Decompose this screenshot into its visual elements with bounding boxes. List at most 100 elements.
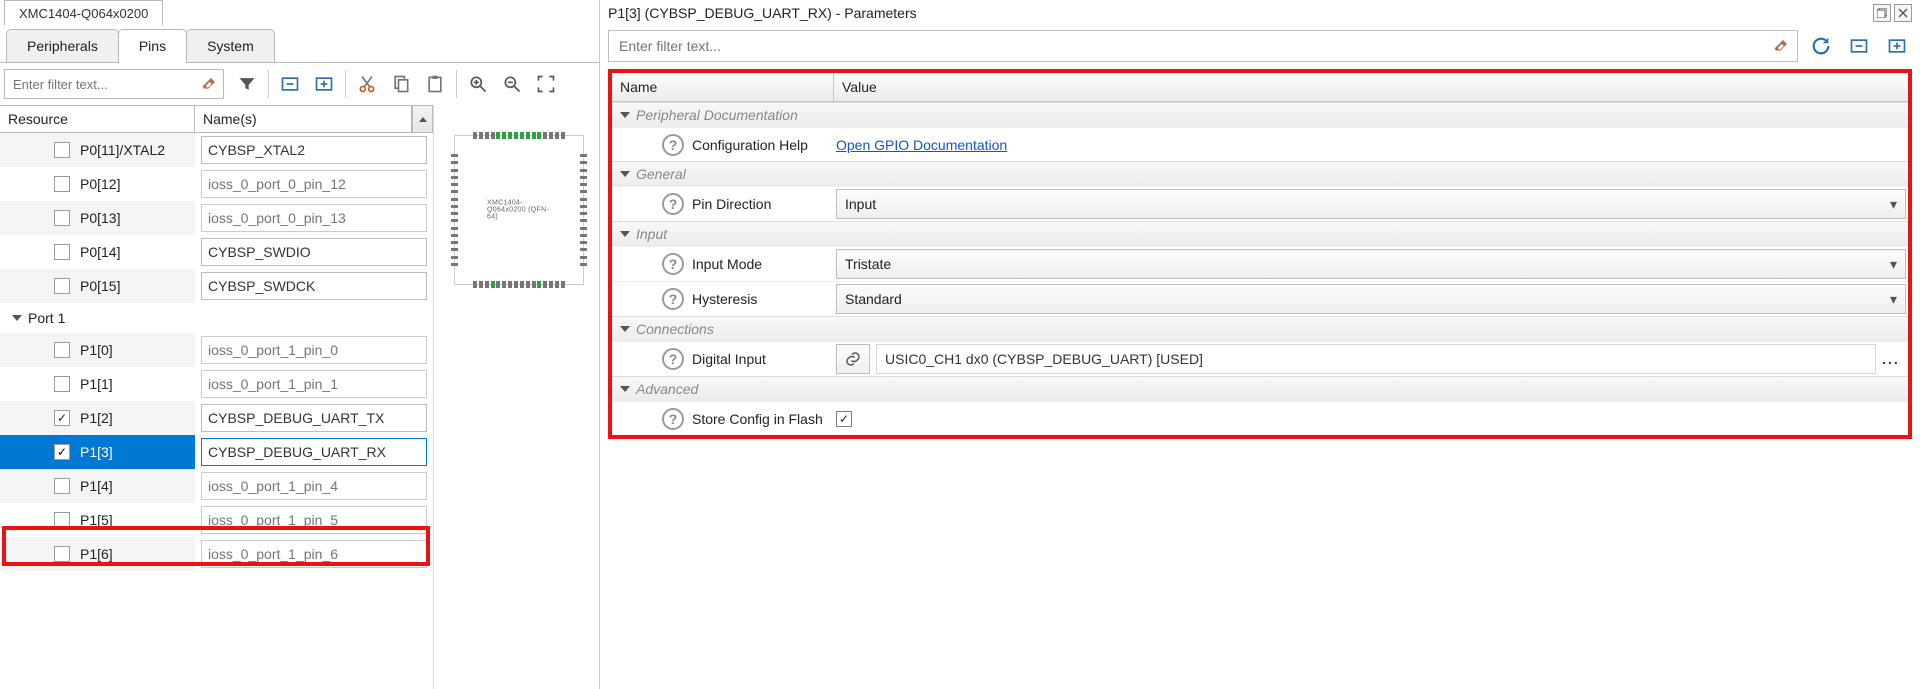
collapse-all-icon[interactable] <box>275 69 305 99</box>
label-input-mode: Input Mode <box>692 256 762 272</box>
header-resource[interactable]: Resource <box>0 106 195 132</box>
param-collapse-all-icon[interactable] <box>1844 31 1874 61</box>
label-hysteresis: Hysteresis <box>692 291 757 307</box>
group-connections[interactable]: Connections <box>612 316 1908 341</box>
tab-pins[interactable]: Pins <box>118 29 187 63</box>
parameters-toolbar <box>600 25 1920 67</box>
param-filter-box[interactable] <box>608 30 1798 62</box>
table-row[interactable]: P1[6] <box>0 537 433 571</box>
table-row[interactable]: P1[0] <box>0 333 433 367</box>
filter-icon[interactable] <box>232 69 262 99</box>
help-icon[interactable]: ? <box>662 253 684 275</box>
checkbox[interactable] <box>54 478 70 494</box>
pin-name-input[interactable] <box>201 540 427 568</box>
filter-box[interactable] <box>4 69 224 99</box>
pin-id: P1[0] <box>80 342 113 358</box>
copy-icon[interactable] <box>386 69 416 99</box>
pin-name-input[interactable] <box>201 336 427 364</box>
expand-all-icon[interactable] <box>309 69 339 99</box>
link-icon[interactable] <box>836 344 870 374</box>
zoom-fit-icon[interactable] <box>531 69 561 99</box>
param-filter-input[interactable] <box>617 37 1773 55</box>
table-row[interactable]: P0[13] <box>0 201 433 235</box>
more-icon[interactable]: ... <box>1876 351 1906 367</box>
scroll-up-icon[interactable] <box>412 106 432 132</box>
table-row[interactable]: P0[12] <box>0 167 433 201</box>
filter-input[interactable] <box>11 76 201 93</box>
help-icon[interactable]: ? <box>662 134 684 156</box>
group-input[interactable]: Input <box>612 221 1908 246</box>
checkbox[interactable] <box>54 342 70 358</box>
param-expand-all-icon[interactable] <box>1882 31 1912 61</box>
pin-id: P1[6] <box>80 546 113 562</box>
restore-icon[interactable] <box>1873 4 1891 22</box>
pin-name-input[interactable] <box>201 238 427 266</box>
table-row[interactable]: P0[14] <box>0 235 433 269</box>
zoom-in-icon[interactable] <box>463 69 493 99</box>
chip-graphic[interactable]: XMC1404-Q064x0200 (QFN-64) <box>454 135 584 285</box>
checkbox[interactable] <box>54 512 70 528</box>
table-row[interactable]: P0[11]/XTAL2 <box>0 133 433 167</box>
pin-name-input[interactable] <box>201 506 427 534</box>
pin-name-input[interactable] <box>201 136 427 164</box>
group-general[interactable]: General <box>612 161 1908 186</box>
pin-name-input[interactable] <box>201 438 427 466</box>
pin-id: P1[1] <box>80 376 113 392</box>
zoom-out-icon[interactable] <box>497 69 527 99</box>
pin-name-input[interactable] <box>201 272 427 300</box>
checkbox[interactable]: ✓ <box>54 410 70 426</box>
link-open-gpio-documentation[interactable]: Open GPIO Documentation <box>836 137 1007 153</box>
label-digital-input: Digital Input <box>692 351 766 367</box>
pin-id: P0[12] <box>80 176 120 192</box>
table-row[interactable]: ✓P1[2] <box>0 401 433 435</box>
table-row[interactable]: P1[5] <box>0 503 433 537</box>
checkbox[interactable]: ✓ <box>54 444 70 460</box>
select-input-mode[interactable]: Tristate▾ <box>836 249 1906 279</box>
checkbox[interactable] <box>54 176 70 192</box>
group-peripheral-documentation[interactable]: Peripheral Documentation <box>612 102 1908 127</box>
cut-icon[interactable] <box>352 69 382 99</box>
pin-name-input[interactable] <box>201 472 427 500</box>
checkbox[interactable] <box>54 244 70 260</box>
clear-filter-icon[interactable] <box>201 76 217 92</box>
help-icon[interactable]: ? <box>662 408 684 430</box>
header-names[interactable]: Name(s) <box>195 106 412 132</box>
parameters-table: Name Value Peripheral Documentation ? Con… <box>608 69 1912 439</box>
reset-icon[interactable] <box>1806 31 1836 61</box>
group-advanced[interactable]: Advanced <box>612 376 1908 401</box>
package-preview: XMC1404-Q064x0200 (QFN-64) <box>434 105 599 689</box>
pin-name-input[interactable] <box>201 370 427 398</box>
select-hysteresis[interactable]: Standard▾ <box>836 284 1906 314</box>
pin-name-input[interactable] <box>201 204 427 232</box>
param-header-value[interactable]: Value <box>834 73 1908 101</box>
table-row[interactable]: ✓ P1[3] <box>0 435 433 469</box>
help-icon[interactable]: ? <box>662 193 684 215</box>
pin-id: P1[3] <box>80 444 113 460</box>
document-tab-bar: XMC1404-Q064x0200 <box>0 0 599 25</box>
checkbox[interactable] <box>54 278 70 294</box>
table-row[interactable]: P0[15] <box>0 269 433 303</box>
pin-id: P0[14] <box>80 244 120 260</box>
checkbox[interactable] <box>54 142 70 158</box>
help-icon[interactable]: ? <box>662 348 684 370</box>
checkbox[interactable] <box>54 546 70 562</box>
checkbox-store-config[interactable]: ✓ <box>836 411 852 427</box>
table-row[interactable]: P1[4] <box>0 469 433 503</box>
checkbox[interactable] <box>54 210 70 226</box>
pin-name-input[interactable] <box>201 170 427 198</box>
pin-id: P0[13] <box>80 210 120 226</box>
group-port1[interactable]: Port 1 <box>0 303 433 333</box>
select-pin-direction[interactable]: Input▾ <box>836 189 1906 219</box>
tab-system[interactable]: System <box>186 29 275 62</box>
checkbox[interactable] <box>54 376 70 392</box>
close-icon[interactable] <box>1894 4 1912 22</box>
help-icon[interactable]: ? <box>662 288 684 310</box>
clear-param-filter-icon[interactable] <box>1773 38 1789 54</box>
pin-name-input[interactable] <box>201 404 427 432</box>
value-digital-input: USIC0_CH1 dx0 (CYBSP_DEBUG_UART) [USED] <box>876 344 1876 374</box>
table-row[interactable]: P1[1] <box>0 367 433 401</box>
tab-peripherals[interactable]: Peripherals <box>6 29 119 62</box>
paste-icon[interactable] <box>420 69 450 99</box>
document-tab[interactable]: XMC1404-Q064x0200 <box>4 0 163 25</box>
param-header-name[interactable]: Name <box>612 73 834 101</box>
